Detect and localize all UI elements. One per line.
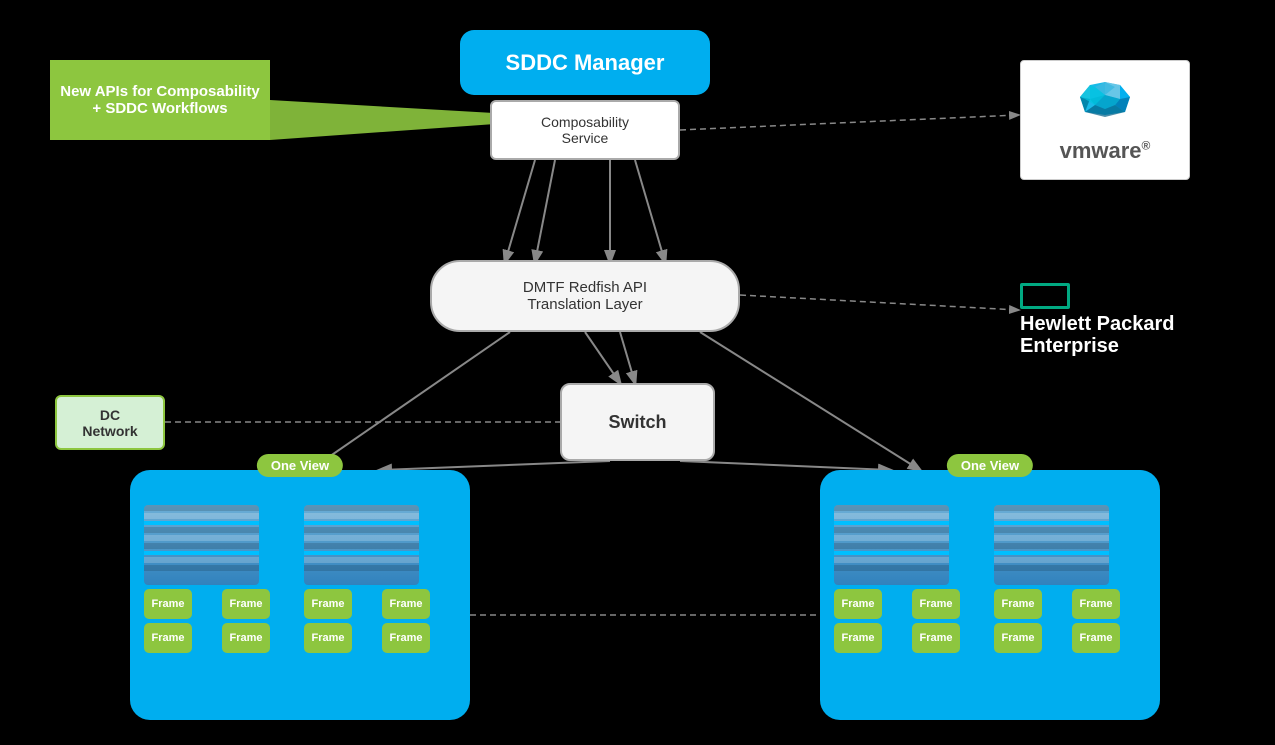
rack-body-1	[144, 505, 259, 585]
hpe-green-box	[1020, 283, 1070, 309]
frame-box-3c: Frame	[834, 623, 882, 653]
frame-box-4a: Frame	[994, 589, 1042, 619]
rack-stripe	[304, 521, 419, 525]
one-view-label-left: One View	[257, 454, 343, 477]
rack-stripe	[144, 551, 259, 555]
one-view-text-right: One View	[961, 458, 1019, 473]
rack-stripe	[304, 565, 419, 571]
servers-grid-left: Frame Frame Frame Frame	[130, 470, 470, 667]
rack-stripe	[304, 527, 419, 533]
vmware-brand-text: vmware®	[1060, 138, 1151, 164]
vmware-text-span: vmware	[1060, 138, 1142, 163]
frame-box-3d: Frame	[912, 623, 960, 653]
cluster-left: One View Frame Frame	[130, 470, 470, 720]
rack-stripe	[144, 521, 259, 525]
rack-stripe	[834, 565, 949, 571]
rack-stripe	[144, 535, 259, 541]
dmtf-redfish-label: DMTF Redfish APITranslation Layer	[523, 279, 647, 313]
rack-body-3	[834, 505, 949, 585]
rack-body-2	[304, 505, 419, 585]
new-apis-label: New APIs for Composability + SDDC Workfl…	[50, 60, 270, 140]
switch-box: Switch	[560, 383, 715, 461]
hpe-text: Hewlett Packard Enterprise	[1020, 313, 1175, 357]
rack-stripe	[144, 557, 259, 563]
dmtf-redfish-box: DMTF Redfish APITranslation Layer	[430, 260, 740, 332]
rack-stripe	[304, 505, 419, 511]
rack-stripe	[994, 551, 1109, 555]
frame-box-3a: Frame	[834, 589, 882, 619]
rack-stripe	[994, 543, 1109, 549]
frame-box-1c: Frame	[144, 623, 192, 653]
rack-stripe	[304, 543, 419, 549]
rack-stripe	[834, 551, 949, 555]
composability-service-box: ComposabilityService	[490, 100, 680, 160]
vmware-cloud-icon	[1065, 77, 1145, 132]
frame-box-1b: Frame	[222, 589, 270, 619]
frame-box-4b: Frame	[1072, 589, 1120, 619]
frame-box-1a: Frame	[144, 589, 192, 619]
rack-stripe	[304, 535, 419, 541]
rack-stripe	[834, 513, 949, 519]
frame-box-2c: Frame	[304, 623, 352, 653]
switch-label: Switch	[608, 412, 666, 433]
rack-stripe	[304, 551, 419, 555]
frame-box-4c: Frame	[994, 623, 1042, 653]
rack-stripe	[994, 527, 1109, 533]
rack-stripe	[834, 557, 949, 563]
rack-stripe	[834, 521, 949, 525]
frame-box-3b: Frame	[912, 589, 960, 619]
one-view-label-right: One View	[947, 454, 1033, 477]
frame-box-2d: Frame	[382, 623, 430, 653]
hpe-line1: Hewlett Packard	[1020, 313, 1175, 335]
cluster-right: One View Frame Frame	[820, 470, 1160, 720]
vmware-registered: ®	[1142, 138, 1151, 152]
server-unit-right-2: Frame Frame Frame Frame	[994, 505, 1146, 653]
rack-stripe	[834, 535, 949, 541]
server-unit-right-1: Frame Frame Frame Frame	[834, 505, 986, 653]
rack-stripe	[994, 505, 1109, 511]
rack-stripe	[144, 527, 259, 533]
rack-stripe	[994, 535, 1109, 541]
rack-stripe	[834, 527, 949, 533]
sddc-manager-box: SDDC Manager	[460, 30, 710, 95]
diagram-container: New APIs for Composability + SDDC Workfl…	[0, 0, 1275, 745]
rack-stripe	[834, 505, 949, 511]
server-unit-left-2: Frame Frame Frame Frame	[304, 505, 456, 653]
rack-stripe	[144, 513, 259, 519]
new-apis-text: New APIs for Composability + SDDC Workfl…	[58, 83, 262, 117]
sddc-manager-label: SDDC Manager	[506, 50, 665, 76]
rack-stripe	[994, 521, 1109, 525]
rack-stripe	[994, 557, 1109, 563]
rack-stripe	[834, 543, 949, 549]
rack-stripe	[304, 557, 419, 563]
frame-box-1d: Frame	[222, 623, 270, 653]
hpe-logo: Hewlett Packard Enterprise	[1020, 280, 1210, 360]
frame-box-4d: Frame	[1072, 623, 1120, 653]
hpe-line2: Enterprise	[1020, 335, 1119, 357]
dc-network-label: DCNetwork	[82, 407, 137, 439]
frame-box-2b: Frame	[382, 589, 430, 619]
vmware-logo: vmware®	[1020, 60, 1190, 180]
rack-stripe	[994, 565, 1109, 571]
servers-grid-right: Frame Frame Frame Frame	[820, 470, 1160, 667]
rack-stripe	[144, 543, 259, 549]
rack-stripe	[144, 565, 259, 571]
frame-box-2a: Frame	[304, 589, 352, 619]
server-unit-left-1: Frame Frame Frame Frame	[144, 505, 296, 653]
rack-stripe	[994, 513, 1109, 519]
one-view-text-left: One View	[271, 458, 329, 473]
composability-service-label: ComposabilityService	[541, 114, 629, 146]
rack-stripe	[144, 505, 259, 511]
dc-network-box: DCNetwork	[55, 395, 165, 450]
rack-stripe	[304, 513, 419, 519]
rack-body-4	[994, 505, 1109, 585]
